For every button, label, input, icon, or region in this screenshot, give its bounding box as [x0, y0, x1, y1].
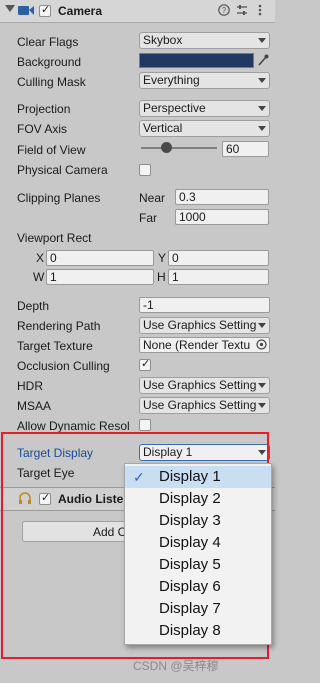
- checkmark-icon: ✓: [141, 358, 151, 370]
- target-texture-label: Target Texture: [17, 339, 93, 353]
- physical-camera-checkbox[interactable]: [139, 164, 151, 176]
- far-field[interactable]: 1000: [175, 209, 269, 225]
- projection-dropdown[interactable]: Perspective: [139, 100, 270, 117]
- help-icon[interactable]: ?: [218, 4, 230, 19]
- more-icon[interactable]: [258, 4, 262, 19]
- menu-item-display-5[interactable]: Display 5: [125, 554, 271, 576]
- target-display-label: Target Display: [17, 446, 94, 460]
- projection-value: Perspective: [143, 101, 206, 115]
- clipping-planes-label: Clipping Planes: [17, 191, 101, 205]
- checkmark-icon: ✓: [41, 4, 51, 16]
- background-color-field[interactable]: [139, 53, 254, 68]
- camera-component-header[interactable]: ✓ Camera ?: [0, 0, 275, 23]
- viewport-x-label: X: [36, 251, 45, 265]
- viewport-h-field[interactable]: 1: [168, 269, 269, 285]
- occlusion-culling-label: Occlusion Culling: [17, 359, 110, 373]
- viewport-w-field[interactable]: 1: [46, 269, 154, 285]
- checkmark-icon: ✓: [133, 469, 145, 485]
- target-display-value: Display 1: [143, 445, 193, 459]
- msaa-value: Use Graphics Setting: [143, 398, 257, 412]
- viewport-h-label: H: [157, 270, 166, 284]
- target-texture-field[interactable]: None (Render Textu: [139, 337, 270, 353]
- audio-listener-enabled-checkbox[interactable]: ✓: [39, 492, 51, 505]
- clear-flags-label: Clear Flags: [17, 35, 79, 49]
- hdr-dropdown[interactable]: Use Graphics Setting: [139, 377, 270, 394]
- menu-item-display-1[interactable]: ✓ Display 1: [125, 466, 271, 488]
- fov-slider-track[interactable]: [141, 147, 217, 149]
- menu-item-display-2[interactable]: Display 2: [125, 488, 271, 510]
- projection-label: Projection: [17, 102, 71, 116]
- watermark-text: CSDN @吴梓穆: [133, 659, 219, 673]
- msaa-dropdown[interactable]: Use Graphics Setting: [139, 397, 270, 414]
- culling-mask-dropdown[interactable]: Everything: [139, 72, 270, 89]
- background-label: Background: [17, 55, 82, 69]
- target-display-dropdown[interactable]: Display 1: [139, 444, 270, 461]
- target-display-menu: ✓ Display 1 Display 2 Display 3 Display …: [124, 463, 272, 645]
- hdr-label: HDR: [17, 379, 43, 393]
- dropdown-arrow-icon: [258, 106, 266, 111]
- allow-dynamic-resolution-checkbox[interactable]: [139, 419, 151, 431]
- object-picker-icon[interactable]: [256, 339, 267, 353]
- rendering-path-label: Rendering Path: [17, 319, 101, 333]
- fov-value-field[interactable]: 60: [222, 141, 269, 157]
- target-texture-value: None (Render Textu: [143, 338, 251, 352]
- near-label: Near: [139, 191, 166, 205]
- fov-slider-thumb[interactable]: [160, 142, 172, 153]
- culling-mask-value: Everything: [143, 73, 200, 87]
- hdr-value: Use Graphics Setting: [143, 378, 257, 392]
- dropdown-arrow-icon: [258, 78, 266, 83]
- eyedropper-icon[interactable]: [257, 54, 269, 70]
- component-title: Camera: [58, 4, 103, 18]
- dropdown-arrow-icon: [258, 383, 266, 388]
- headphones-icon: [18, 492, 32, 508]
- viewport-y-field[interactable]: 0: [168, 250, 269, 266]
- add-component-label: Add C: [93, 525, 127, 539]
- allow-dynamic-resolution-label: Allow Dynamic Resol: [17, 419, 130, 433]
- field-of-view-label: Field of View: [17, 143, 86, 157]
- dropdown-arrow-icon: [258, 450, 266, 455]
- culling-mask-label: Culling Mask: [17, 75, 86, 89]
- dropdown-arrow-icon: [258, 126, 266, 131]
- viewport-x-field[interactable]: 0: [46, 250, 154, 266]
- rendering-path-dropdown[interactable]: Use Graphics Setting: [139, 317, 270, 334]
- svg-text:?: ?: [222, 6, 227, 15]
- near-field[interactable]: 0.3: [175, 189, 269, 205]
- camera-icon: [18, 5, 34, 19]
- menu-item-display-8[interactable]: Display 8: [125, 620, 271, 642]
- depth-field[interactable]: -1: [139, 297, 270, 313]
- depth-label: Depth: [17, 299, 50, 313]
- viewport-rect-label: Viewport Rect: [17, 231, 92, 245]
- menu-item-display-7[interactable]: Display 7: [125, 598, 271, 620]
- fov-axis-dropdown[interactable]: Vertical: [139, 120, 270, 137]
- viewport-w-label: W: [33, 270, 45, 284]
- physical-camera-label: Physical Camera: [17, 163, 108, 177]
- msaa-label: MSAA: [17, 399, 52, 413]
- rendering-path-value: Use Graphics Setting: [143, 318, 257, 332]
- audio-listener-title: Audio Liste: [58, 492, 124, 506]
- fov-axis-label: FOV Axis: [17, 122, 68, 136]
- foldout-arrow-icon[interactable]: [5, 5, 15, 12]
- menu-item-display-6[interactable]: Display 6: [125, 576, 271, 598]
- menu-item-display-3[interactable]: Display 3: [125, 510, 271, 532]
- dropdown-arrow-icon: [258, 403, 266, 408]
- clear-flags-dropdown[interactable]: Skybox: [139, 32, 270, 49]
- presets-icon[interactable]: [236, 4, 248, 19]
- occlusion-culling-checkbox[interactable]: ✓: [139, 358, 151, 371]
- dropdown-arrow-icon: [258, 323, 266, 328]
- checkmark-icon: ✓: [41, 492, 51, 504]
- dropdown-arrow-icon: [258, 38, 266, 43]
- viewport-y-label: Y: [158, 251, 167, 265]
- target-eye-label: Target Eye: [17, 466, 75, 480]
- camera-enabled-checkbox[interactable]: ✓: [39, 4, 51, 17]
- clear-flags-value: Skybox: [143, 33, 183, 47]
- far-label: Far: [139, 211, 157, 225]
- fov-axis-value: Vertical: [143, 121, 183, 135]
- menu-item-display-4[interactable]: Display 4: [125, 532, 271, 554]
